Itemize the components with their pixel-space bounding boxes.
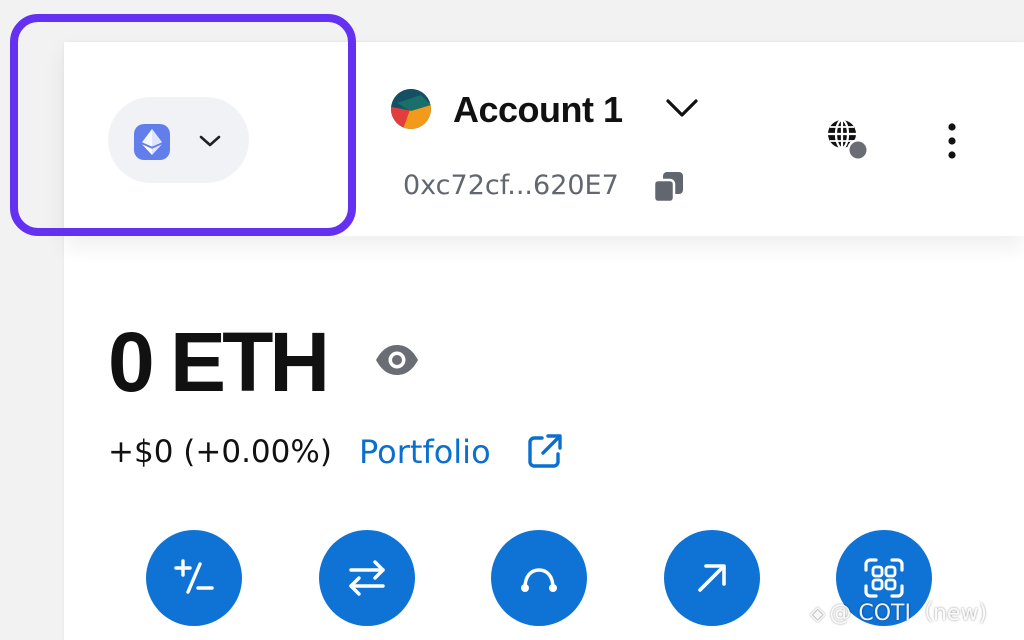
network-picker-button[interactable] [108, 97, 249, 183]
account-avatar[interactable] [391, 89, 431, 129]
chevron-down-icon[interactable] [664, 96, 700, 124]
buy-sell-button[interactable] [146, 530, 242, 626]
ethereum-icon [134, 124, 170, 160]
account-address: 0xc72cf...620E7 [403, 170, 619, 201]
balance-amount: 0 ETH [108, 315, 330, 409]
eye-icon[interactable] [374, 340, 420, 384]
chevron-down-icon [198, 133, 222, 152]
send-icon [698, 564, 726, 592]
receive-icon [864, 558, 904, 598]
balance-change: +$0 (+0.00%) [108, 434, 332, 470]
bridge-button[interactable] [491, 530, 587, 626]
copy-icon[interactable] [651, 170, 687, 208]
swap-button[interactable] [319, 530, 415, 626]
more-options-icon[interactable] [940, 122, 964, 166]
watermark-logo-icon: ◈ [810, 601, 826, 625]
globe-icon[interactable] [824, 118, 872, 170]
swap-icon [349, 560, 385, 596]
send-button[interactable] [664, 530, 760, 626]
watermark: ◈ @ COTI（new) [810, 598, 987, 629]
account-name[interactable]: Account 1 [453, 88, 623, 132]
watermark-text: @ COTI（new) [829, 601, 988, 626]
bridge-icon [521, 568, 557, 592]
portfolio-link[interactable]: Portfolio [359, 430, 491, 474]
buy-sell-icon [174, 559, 214, 594]
external-link-icon[interactable] [526, 432, 564, 474]
wallet-screen: Account 1 0xc72cf...620E7 0 ETH +$0 (+0.… [0, 0, 1024, 640]
